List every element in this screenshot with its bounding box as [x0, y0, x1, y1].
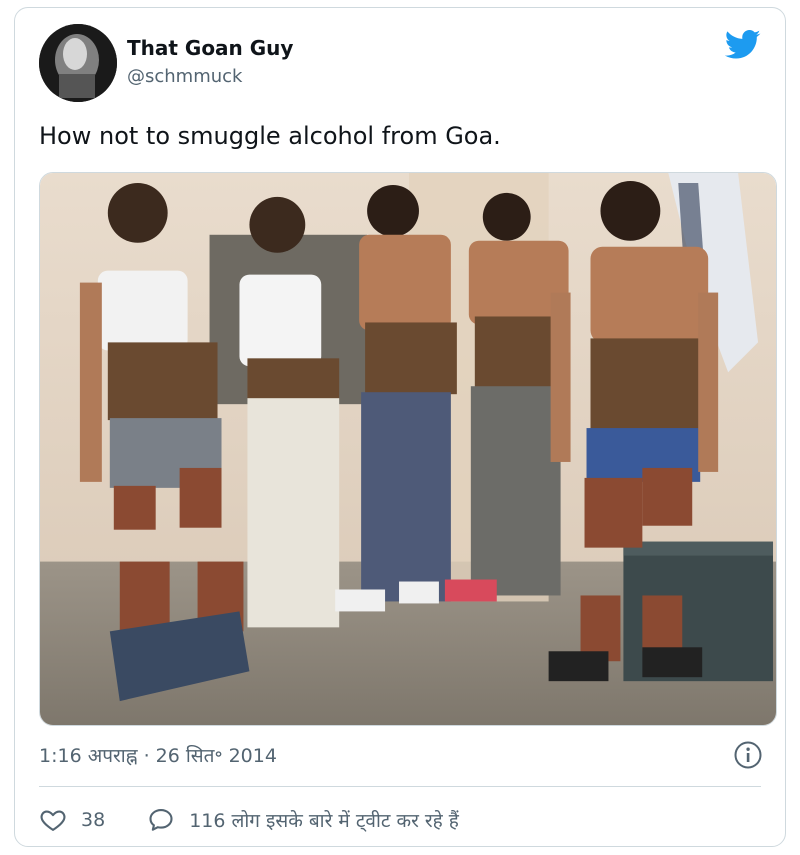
tweet-text: How not to smuggle alcohol from Goa. [39, 122, 501, 150]
like-button[interactable]: 38 [39, 806, 105, 834]
author-name[interactable]: That Goan Guy [127, 36, 293, 60]
heart-icon [40, 810, 66, 831]
divider [39, 786, 761, 787]
tweet-photo[interactable] [39, 172, 777, 726]
info-icon[interactable] [733, 740, 763, 770]
avatar[interactable] [39, 24, 117, 102]
like-count: 38 [81, 809, 106, 831]
tweet-timestamp[interactable]: 1:16 अपराह्न · 26 सित॰ 2014 [39, 742, 277, 768]
tweet-actions: 38 116 लोग इसके बारे में ट्वीट कर रहे है… [39, 804, 459, 836]
speech-bubble-icon [149, 809, 173, 831]
discussion-link[interactable]: 116 लोग इसके बारे में ट्वीट कर रहे हैं [147, 806, 459, 834]
author-handle[interactable]: @schmmuck [127, 66, 242, 87]
tweet-card: That Goan Guy @schmmuck How not to smugg… [14, 7, 786, 847]
twitter-bird-icon[interactable] [724, 30, 761, 60]
discussion-text: 116 लोग इसके बारे में ट्वीट कर रहे हैं [189, 810, 459, 832]
